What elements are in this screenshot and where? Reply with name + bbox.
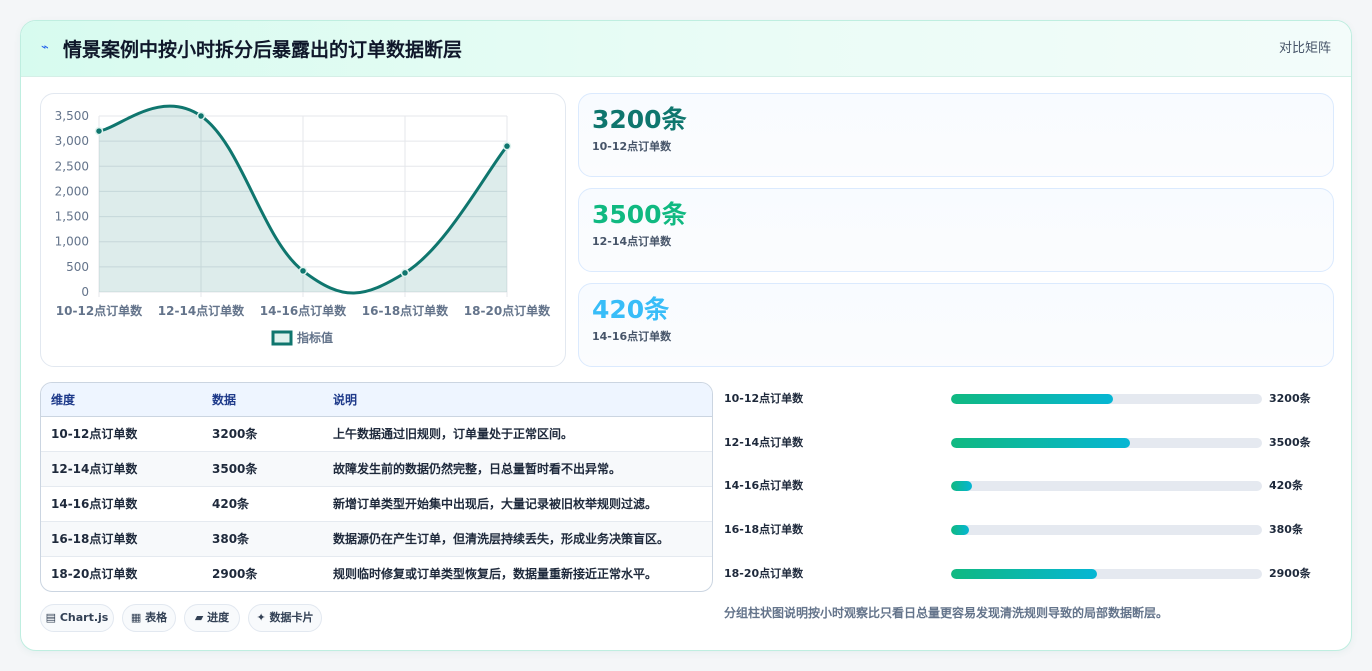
- column-header: 说明: [323, 383, 712, 417]
- chip-progress[interactable]: ▰ 进度: [184, 604, 240, 632]
- table-cell: 故障发生前的数据仍然完整，日总量暂时看不出异常。: [323, 451, 712, 487]
- table-cell: 上午数据通过旧规则，订单量处于正常区间。: [323, 416, 712, 452]
- table-cell: 16-18点订单数: [41, 521, 202, 557]
- main-card: ⌁ 情景案例中按小时拆分后暴露出的订单数据断层 对比矩阵 3,500 3,000 2…: [20, 20, 1352, 651]
- chip-chartjs[interactable]: ▤ Chart.js: [40, 604, 114, 632]
- y-tick-label: 2,500: [55, 159, 89, 173]
- x-tick-label: 14-16点订单数: [260, 303, 347, 318]
- legend-swatch: [271, 330, 293, 346]
- progress-value: 3500条: [1269, 436, 1311, 449]
- table-cell: 420条: [202, 486, 323, 522]
- progress-fill: [951, 481, 973, 491]
- page-title: 情景案例中按小时拆分后暴露出的订单数据断层: [63, 39, 463, 61]
- y-tick-label: 3,500: [55, 109, 89, 123]
- progress-value: 3200条: [1269, 392, 1311, 405]
- progress-row: 10-12点订单数 3200条: [724, 389, 1324, 409]
- table-cell: 10-12点订单数: [41, 416, 202, 452]
- legend-label: 指标值: [297, 330, 333, 345]
- y-tick-label: 2,000: [55, 184, 89, 198]
- progress-row: 12-14点订单数 3500条: [724, 433, 1324, 453]
- compare-matrix-link[interactable]: 对比矩阵: [1279, 40, 1331, 58]
- progress-fill: [951, 569, 1098, 579]
- card-header: ⌁ 情景案例中按小时拆分后暴露出的订单数据断层 对比矩阵: [21, 21, 1351, 77]
- progress-track: [951, 481, 1262, 491]
- column-header: 维度: [41, 383, 202, 417]
- progress-fill: [951, 438, 1131, 448]
- stat-card-3: 420条 14-16点订单数: [578, 283, 1334, 367]
- table-header-row: 维度 数据 说明: [41, 383, 712, 417]
- summary-note: 分组柱状图说明按小时观察比只看日总量更容易发现清洗规则导致的局部数据断层。: [724, 606, 1169, 620]
- x-tick-label: 10-12点订单数: [56, 303, 143, 318]
- table-cell: 12-14点订单数: [41, 451, 202, 487]
- progress-value: 380条: [1269, 523, 1303, 536]
- table-row: 18-20点订单数 2900条 规则临时修复或订单类型恢复后，数据量重新接近正常…: [41, 556, 712, 591]
- data-point: [298, 266, 308, 276]
- progress-row: 18-20点订单数 2900条: [724, 564, 1324, 584]
- progress-label: 14-16点订单数: [724, 479, 804, 492]
- table-row: 10-12点订单数 3200条 上午数据通过旧规则，订单量处于正常区间。: [41, 416, 712, 452]
- y-tick-label: 1,500: [55, 210, 89, 224]
- progress-label: 12-14点订单数: [724, 436, 804, 449]
- progress-track: [951, 438, 1262, 448]
- data-point: [94, 126, 104, 136]
- y-tick-label: 0: [81, 285, 89, 299]
- line-chart: 3,500 3,000 2,500 2,000 1,500 1,000 500 0 10-12点…: [40, 93, 566, 367]
- y-tick-label: 3,000: [55, 134, 89, 148]
- stat-label: 10-12点订单数: [592, 140, 672, 153]
- table-row: 14-16点订单数 420条 新增订单类型开始集中出现后，大量记录被旧枚举规则过…: [41, 486, 712, 522]
- table-cell: 18-20点订单数: [51, 567, 138, 582]
- progress-row: 14-16点订单数 420条: [724, 476, 1324, 496]
- table-cell: 规则临时修复或订单类型恢复后，数据量重新接近正常水平。: [333, 567, 658, 582]
- stat-card-2: 3500条 12-14点订单数: [578, 188, 1334, 272]
- lightning-icon: ⌁: [41, 40, 49, 55]
- stat-value: 3200条: [592, 105, 687, 134]
- progress-label: 18-20点订单数: [724, 567, 804, 580]
- table-cell: 2900条: [212, 567, 258, 582]
- progress-label: 10-12点订单数: [724, 392, 804, 405]
- line-chart-svg: 3,500 3,000 2,500 2,000 1,500 1,000 500 0 10-12点…: [55, 104, 551, 346]
- data-table: 维度 数据 说明 10-12点订单数 3200条 上午数据通过旧规则，订单量处于…: [40, 382, 713, 592]
- progress-row: 16-18点订单数 380条: [724, 520, 1324, 540]
- progress-fill: [951, 525, 970, 535]
- stat-label: 14-16点订单数: [592, 330, 672, 343]
- table-cell: 3200条: [202, 416, 323, 452]
- x-tick-label: 16-18点订单数: [362, 303, 449, 318]
- x-tick-label: 12-14点订单数: [158, 303, 245, 318]
- table-row: 12-14点订单数 3500条 故障发生前的数据仍然完整，日总量暂时看不出异常。: [41, 451, 712, 487]
- data-point: [196, 111, 206, 121]
- progress-track: [951, 569, 1262, 579]
- data-point: [400, 268, 410, 278]
- table-cell: 数据源仍在产生订单，但清洗层持续丢失，形成业务决策盲区。: [323, 521, 712, 557]
- chip-table[interactable]: ▦ 表格: [122, 604, 176, 632]
- stat-card-1: 3200条 10-12点订单数: [578, 93, 1334, 177]
- progress-label: 16-18点订单数: [724, 523, 804, 536]
- progress-track: [951, 525, 1262, 535]
- progress-fill: [951, 394, 1113, 404]
- progress-value: 2900条: [1269, 567, 1311, 580]
- table-cell: 新增订单类型开始集中出现后，大量记录被旧枚举规则过滤。: [323, 486, 712, 522]
- chip-data-card[interactable]: ✦ 数据卡片: [248, 604, 322, 632]
- y-tick-label: 1,000: [55, 235, 89, 249]
- table-cell: 3500条: [202, 451, 323, 487]
- data-point: [502, 141, 512, 151]
- stat-label: 12-14点订单数: [592, 235, 672, 248]
- stat-value: 420条: [592, 295, 670, 324]
- progress-track: [951, 394, 1262, 404]
- stat-value: 3500条: [592, 200, 687, 229]
- progress-value: 420条: [1269, 479, 1303, 492]
- y-tick-label: 500: [66, 260, 89, 274]
- table-cell: 14-16点订单数: [41, 486, 202, 522]
- table-cell: 380条: [202, 521, 323, 557]
- column-header: 数据: [202, 383, 323, 417]
- x-tick-label: 18-20点订单数: [464, 303, 551, 318]
- table-row: 16-18点订单数 380条 数据源仍在产生订单，但清洗层持续丢失，形成业务决策…: [41, 521, 712, 557]
